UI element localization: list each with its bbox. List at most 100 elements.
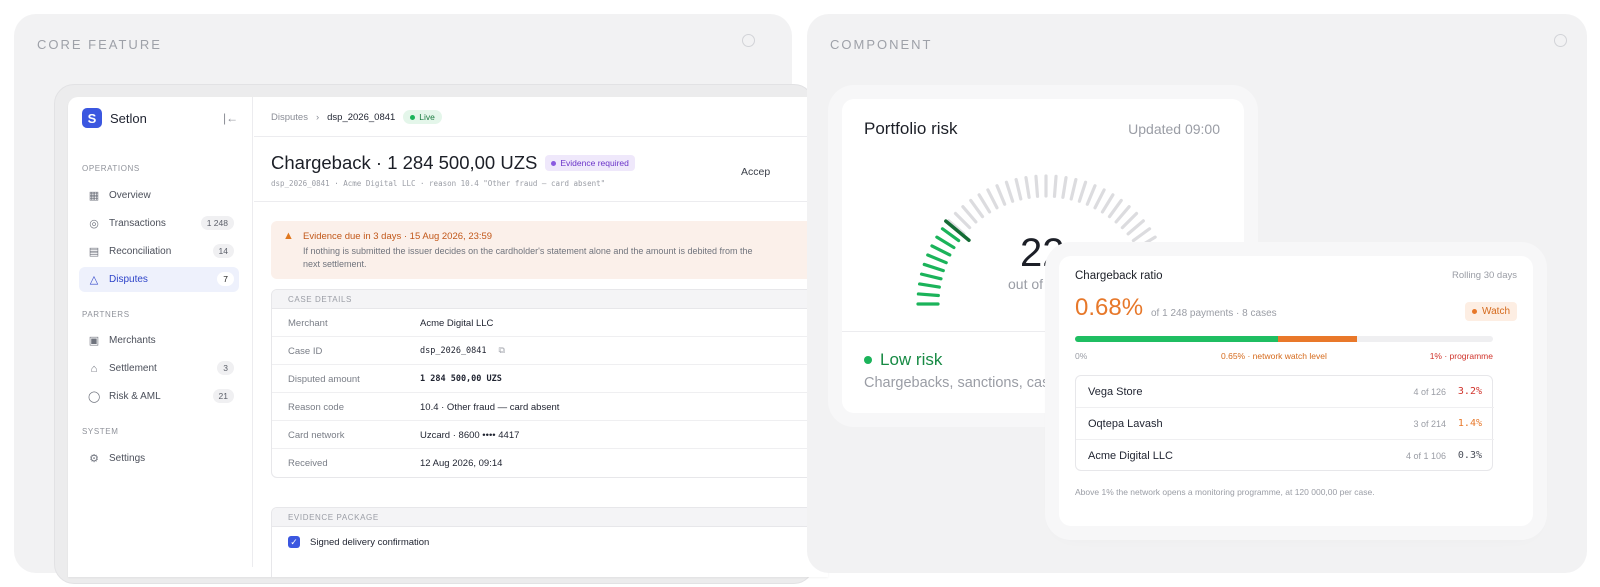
sidebar-item-settlement[interactable]: ⌂ Settlement 3 — [79, 356, 239, 381]
gauge-tick — [917, 282, 941, 289]
gauge-tick — [1100, 193, 1115, 214]
sidebar-item-label: Transactions — [109, 218, 166, 229]
detail-row: Merchant Acme Digital LLC — [272, 309, 828, 337]
sidebar-item-label: Settings — [109, 453, 146, 464]
sidebar-item-transactions[interactable]: ◎ Transactions 1 248 — [79, 211, 239, 236]
divider — [254, 136, 828, 137]
gauge-tick — [1014, 177, 1023, 201]
bank-icon: ⌂ — [90, 362, 98, 375]
panel-dot — [1554, 34, 1567, 47]
detail-value: 10.4 · Other fraud — card absent — [420, 402, 560, 413]
merchant-ratio: 1.4% — [1457, 418, 1482, 429]
sidebar-item-merchants[interactable]: ▣ Merchants — [79, 328, 239, 353]
evidence-package-card: EVIDENCE PACKAGE ✓ Signed delivery confi… — [271, 507, 828, 577]
ratio-bar-safe — [1075, 336, 1278, 342]
status-dot-icon — [864, 356, 872, 364]
collapse-sidebar-icon[interactable]: |← — [223, 111, 238, 125]
gauge-tick — [1077, 180, 1088, 203]
sidebar-item-label: Disputes — [109, 274, 148, 285]
merchant-list: Vega Store 4 of 126 3.2% Oqtepa Lavash 3… — [1075, 375, 1494, 472]
card-title: Chargeback ratio — [1075, 270, 1163, 282]
checkbox-checked-icon[interactable]: ✓ — [288, 536, 300, 548]
status-badge: Live — [403, 110, 442, 124]
gauge-tick — [1024, 175, 1031, 199]
sidebar-item-label: Merchants — [109, 335, 156, 346]
list-item[interactable]: Acme Digital LLC 4 of 1 106 0.3% — [1076, 440, 1494, 472]
gauge-tick — [977, 193, 992, 214]
logo-icon: S — [82, 108, 102, 128]
section-system: SYSTEM — [82, 427, 119, 436]
gauge-tick — [1093, 188, 1106, 210]
risk-level-label: Low risk — [880, 350, 943, 369]
gauge-tick — [995, 184, 1007, 206]
card-heading: CASE DETAILS — [272, 290, 828, 309]
detail-value: 1 284 500,00 UZS — [420, 374, 502, 384]
sidebar-item-reconciliation[interactable]: ▤ Reconciliation 14 — [79, 239, 239, 264]
badge-label: Evidence required — [560, 158, 629, 168]
detail-key: Received — [288, 458, 328, 469]
detail-value: Acme Digital LLC — [420, 318, 494, 329]
case-details-card: CASE DETAILS Merchant Acme Digital LLC C… — [271, 289, 828, 478]
merchant-ratio: 3.2% — [1457, 386, 1482, 397]
status-label: Watch — [1482, 306, 1510, 317]
gauge-tick — [1061, 175, 1068, 199]
brand-name: Setlon — [110, 110, 147, 126]
gauge-tick — [1004, 180, 1015, 203]
copy-icon[interactable]: ⧉ — [499, 346, 505, 356]
gear-icon: ⚙ — [89, 453, 99, 465]
gauge-tick — [935, 235, 956, 250]
detail-key: Disputed amount — [288, 374, 360, 385]
alert-title: Evidence due in 3 days · 15 Aug 2026, 23… — [303, 231, 493, 242]
count-badge: 21 — [212, 389, 234, 403]
gauge-tick — [1052, 174, 1058, 198]
breadcrumb-parent[interactable]: Disputes — [271, 112, 308, 123]
deadline-alert: ▲ Evidence due in 3 days · 15 Aug 2026, … — [271, 221, 828, 279]
bar-label-programme: 1% · programme — [1429, 351, 1493, 361]
gauge-tick — [953, 211, 972, 230]
gauge-tick — [922, 262, 945, 273]
accept-button[interactable]: Accep — [741, 166, 770, 178]
list-item[interactable]: Vega Store 4 of 126 3.2% — [1076, 376, 1494, 408]
store-icon: ▣ — [88, 335, 100, 347]
ratio-bar-watch — [1277, 336, 1358, 342]
sidebar-item-settings[interactable]: ⚙ Settings — [79, 446, 239, 471]
detail-row: Received 12 Aug 2026, 09:14 — [272, 449, 828, 477]
sidebar-item-label: Risk & AML — [109, 391, 161, 402]
bar-label-zero: 0% — [1075, 351, 1088, 361]
merchant-cases: 4 of 1 106 — [1405, 451, 1446, 461]
app-window: S Setlon |← OPERATIONS ▦ Overview ◎ Tran… — [68, 97, 828, 577]
section-partners: PARTNERS — [82, 310, 130, 319]
gauge-tick — [1034, 174, 1040, 198]
gauge-tick — [969, 198, 985, 219]
gauge-tick — [1120, 211, 1139, 230]
sidebar-item-overview[interactable]: ▦ Overview — [79, 183, 239, 208]
status-badge: Watch — [1465, 302, 1517, 321]
warning-icon: ▲ — [283, 230, 294, 242]
brand[interactable]: S Setlon — [82, 108, 147, 128]
sidebar-item-label: Settlement — [109, 363, 157, 374]
gauge-tick — [930, 244, 952, 257]
evidence-item-label: Signed delivery confirmation — [310, 536, 430, 548]
gauge-tick — [1114, 205, 1131, 224]
chargeback-ratio-card: Chargeback ratio Rolling 30 days 0.68% o… — [1059, 256, 1533, 526]
gauge-tick — [1140, 244, 1162, 257]
gauge-tick — [926, 253, 948, 265]
merchant-cases: 4 of 126 — [1413, 387, 1446, 397]
sidebar-item-disputes[interactable]: △ Disputes 7 — [79, 267, 239, 292]
gauge-tick — [1131, 227, 1152, 243]
count-badge: 14 — [212, 244, 234, 258]
merchant-ratio: 0.3% — [1457, 450, 1482, 461]
list-item[interactable]: Oqtepa Lavash 3 of 214 1.4% — [1076, 408, 1494, 440]
evidence-item[interactable]: ✓ Signed delivery confirmation — [288, 536, 429, 548]
sidebar-item-risk[interactable]: ◯ Risk & AML 21 — [79, 384, 239, 409]
card-heading: EVIDENCE PACKAGE — [272, 508, 828, 527]
merchant-name: Acme Digital LLC — [1088, 450, 1173, 462]
exchange-icon: ◎ — [89, 218, 99, 230]
detail-row: Disputed amount 1 284 500,00 UZS — [272, 365, 828, 393]
breadcrumb-current: dsp_2026_0841 — [327, 111, 396, 123]
section-operations: OPERATIONS — [82, 164, 140, 173]
status-label: Live — [419, 112, 435, 122]
evidence-badge: Evidence required — [545, 155, 635, 171]
sidebar-item-label: Overview — [109, 190, 151, 201]
count-badge: 1 248 — [200, 216, 234, 230]
